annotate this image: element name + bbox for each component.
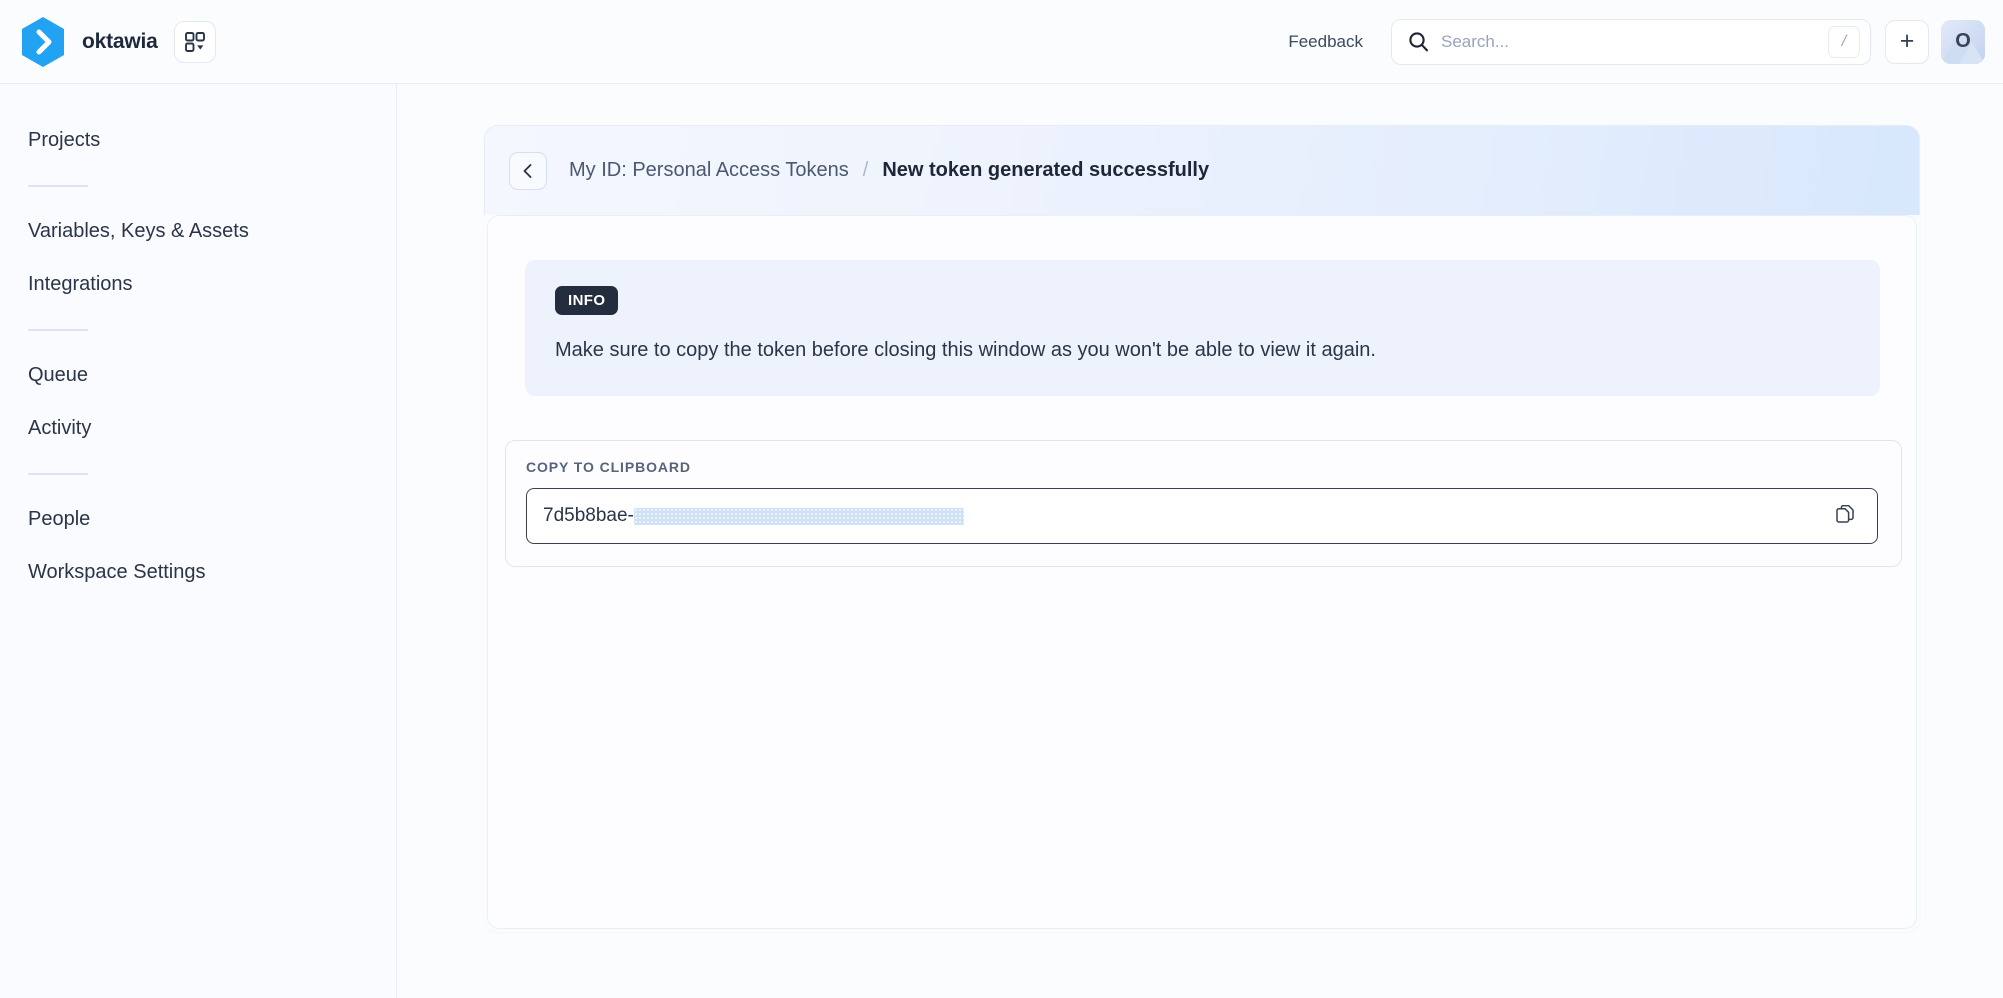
avatar[interactable]: O xyxy=(1941,19,1985,64)
search-icon xyxy=(1408,31,1429,52)
page-card: My ID: Personal Access Tokens / New toke… xyxy=(484,125,1920,932)
top-bar: oktawia Feedback / + xyxy=(0,0,2003,84)
breadcrumb-parent-link[interactable]: My ID: Personal Access Tokens xyxy=(569,159,849,182)
copy-to-clipboard-group: COPY TO CLIPBOARD 7d5b8bae- xyxy=(505,440,1902,567)
token-redacted-region xyxy=(633,507,964,525)
sidebar-item-queue[interactable]: Queue xyxy=(0,349,396,402)
main-content: My ID: Personal Access Tokens / New toke… xyxy=(398,84,2003,998)
info-banner: INFO Make sure to copy the token before … xyxy=(525,260,1880,396)
avatar-initial: O xyxy=(1955,30,1971,52)
sidebar-item-integrations[interactable]: Integrations xyxy=(0,258,396,311)
grid-dropdown-icon[interactable] xyxy=(173,20,216,63)
sidebar-item-variables-keys-assets[interactable]: Variables, Keys & Assets xyxy=(0,205,396,258)
brand-area: oktawia xyxy=(20,16,216,68)
breadcrumb-separator: / xyxy=(862,159,869,181)
sidebar: Projects Variables, Keys & Assets Integr… xyxy=(0,84,397,998)
breadcrumb: My ID: Personal Access Tokens / New toke… xyxy=(484,125,1920,215)
copy-icon[interactable] xyxy=(1831,502,1859,530)
sidebar-divider-1 xyxy=(28,185,88,187)
search-box[interactable]: / xyxy=(1391,18,1871,65)
info-banner-message: Make sure to copy the token before closi… xyxy=(555,339,1376,361)
add-new-button[interactable]: + xyxy=(1885,19,1929,64)
copy-to-clipboard-label: COPY TO CLIPBOARD xyxy=(526,459,691,475)
chevron-right-hex-logo-icon[interactable] xyxy=(20,16,66,68)
chevron-left-icon[interactable] xyxy=(509,151,547,190)
search-shortcut-badge: / xyxy=(1828,25,1860,58)
sidebar-divider-2 xyxy=(28,329,88,331)
sidebar-item-activity[interactable]: Activity xyxy=(0,402,396,455)
top-bar-actions: Feedback / + xyxy=(1288,18,2003,65)
status-badge: INFO xyxy=(555,286,619,315)
sidebar-divider-3 xyxy=(28,473,88,475)
workspace-name: oktawia xyxy=(82,29,158,53)
feedback-link[interactable]: Feedback xyxy=(1288,32,1363,52)
token-panel: INFO Make sure to copy the token before … xyxy=(487,215,1917,929)
token-prefix-text: 7d5b8bae- xyxy=(543,505,634,526)
search-input[interactable] xyxy=(1441,31,1828,52)
sidebar-item-projects[interactable]: Projects xyxy=(0,114,396,167)
token-value: 7d5b8bae- xyxy=(543,505,1831,527)
sidebar-item-workspace-settings[interactable]: Workspace Settings xyxy=(0,546,396,599)
page-title: New token generated successfully xyxy=(882,159,1210,181)
sidebar-item-people[interactable]: People xyxy=(0,493,396,546)
token-field[interactable]: 7d5b8bae- xyxy=(526,488,1878,544)
